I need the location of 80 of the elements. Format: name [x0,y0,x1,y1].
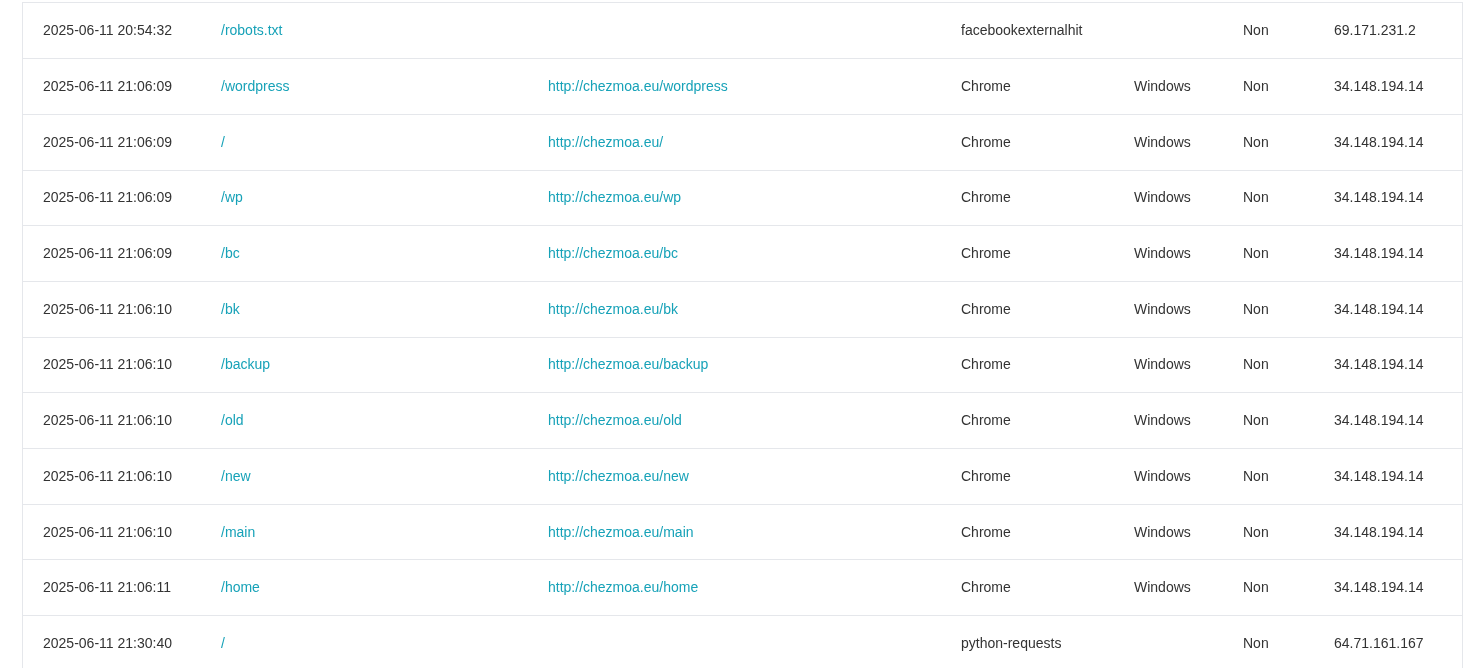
date-cell: 2025-06-11 21:06:10 [43,300,172,317]
os-cell: Windows [1134,579,1191,596]
browser-cell: facebookexternalhit [961,22,1083,39]
date-cell: 2025-06-11 21:06:10 [43,356,172,373]
os-cell: Windows [1134,356,1191,373]
browser-cell: Chrome [961,523,1011,540]
browser-cell: Chrome [961,467,1011,484]
date-cell: 2025-06-11 21:06:10 [43,523,172,540]
bot-cell: Non [1243,300,1269,317]
page-link[interactable]: /main [221,523,256,540]
ip-cell: 34.148.194.14 [1334,467,1424,484]
bot-cell: Non [1243,78,1269,95]
referer-link[interactable]: http://chezmoa.eu/bk [548,300,678,317]
bot-cell: Non [1243,189,1269,206]
page-link[interactable]: /new [221,467,251,484]
page-link[interactable]: /old [221,412,244,429]
bot-cell: Non [1243,634,1269,651]
bot-cell: Non [1243,356,1269,373]
bot-cell: Non [1243,579,1269,596]
date-cell: 2025-06-11 21:06:10 [43,467,172,484]
referer-link[interactable]: http://chezmoa.eu/ [548,133,664,150]
os-cell: Windows [1134,467,1191,484]
referer-link[interactable]: http://chezmoa.eu/new [548,467,689,484]
referer-link[interactable]: http://chezmoa.eu/wordpress [548,78,728,95]
browser-cell: Chrome [961,133,1011,150]
browser-cell: Chrome [961,300,1011,317]
os-cell: Windows [1134,523,1191,540]
page-link[interactable]: /bk [221,300,240,317]
bot-cell: Non [1243,133,1269,150]
ip-cell: 34.148.194.14 [1334,412,1424,429]
bot-cell: Non [1243,523,1269,540]
os-cell: Windows [1134,133,1191,150]
browser-cell: Chrome [961,189,1011,206]
page-link[interactable]: / [221,634,225,651]
date-cell: 2025-06-11 21:06:10 [43,412,172,429]
page-link[interactable]: /wp [221,189,243,206]
ip-cell: 34.148.194.14 [1334,356,1424,373]
bot-cell: Non [1243,467,1269,484]
page-link[interactable]: / [221,133,225,150]
date-cell: 2025-06-11 20:54:32 [43,22,172,39]
ip-cell: 34.148.194.14 [1334,579,1424,596]
ip-cell: 69.171.231.2 [1334,22,1416,39]
ip-cell: 64.71.161.167 [1334,634,1424,651]
page-link[interactable]: /bc [221,245,240,262]
browser-cell: Chrome [961,245,1011,262]
ip-cell: 34.148.194.14 [1334,245,1424,262]
os-cell: Windows [1134,412,1191,429]
date-cell: 2025-06-11 21:06:09 [43,78,172,95]
bot-cell: Non [1243,412,1269,429]
ip-cell: 34.148.194.14 [1334,523,1424,540]
date-cell: 2025-06-11 21:06:09 [43,189,172,206]
os-cell: Windows [1134,78,1191,95]
date-cell: 2025-06-11 21:30:40 [43,634,172,651]
date-cell: 2025-06-11 21:06:09 [43,245,172,262]
date-cell: 2025-06-11 21:06:09 [43,133,172,150]
browser-cell: Chrome [961,356,1011,373]
referer-link[interactable]: http://chezmoa.eu/wp [548,189,682,206]
page-link[interactable]: /backup [221,356,271,373]
referer-link[interactable]: http://chezmoa.eu/bc [548,245,678,262]
ip-cell: 34.148.194.14 [1334,78,1424,95]
ip-cell: 34.148.194.14 [1334,133,1424,150]
browser-cell: python-requests [961,634,1062,651]
browser-cell: Chrome [961,412,1011,429]
os-cell: Windows [1134,245,1191,262]
browser-cell: Chrome [961,78,1011,95]
bot-cell: Non [1243,22,1269,39]
bot-cell: Non [1243,245,1269,262]
referer-link[interactable]: http://chezmoa.eu/home [548,579,699,596]
ip-cell: 34.148.194.14 [1334,300,1424,317]
browser-cell: Chrome [961,579,1011,596]
ip-cell: 34.148.194.14 [1334,189,1424,206]
os-cell: Windows [1134,189,1191,206]
referer-link[interactable]: http://chezmoa.eu/old [548,412,682,429]
date-cell: 2025-06-11 21:06:11 [43,579,171,596]
os-cell: Windows [1134,300,1191,317]
page-link[interactable]: /robots.txt [221,22,283,39]
referer-link[interactable]: http://chezmoa.eu/backup [548,356,709,373]
page-link[interactable]: /home [221,579,260,596]
referer-link[interactable]: http://chezmoa.eu/main [548,523,694,540]
page-link[interactable]: /wordpress [221,78,290,95]
